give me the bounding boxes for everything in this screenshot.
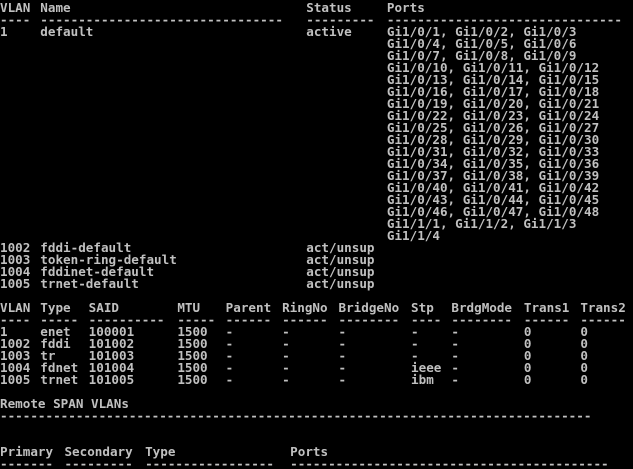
detail-row: 1005 trnet 101005 1500 - - - ibm - 0 0 — [0, 372, 633, 387]
vlan-id: 1005 — [0, 276, 31, 291]
detail-stp: ibm — [411, 372, 434, 387]
detail-type: trnet — [40, 372, 79, 387]
detail-ringno: - — [282, 372, 290, 387]
private-separator-row: ------- --------- ----------------- -------… — [0, 456, 633, 469]
vlan-name: default — [40, 24, 94, 39]
separator: ----------------- — [145, 456, 274, 469]
separator: -------- — [338, 312, 400, 327]
terminal-window[interactable]: VLAN Name Status Ports ---- -----------------… — [0, 0, 633, 469]
detail-vlan: 1005 — [0, 372, 31, 387]
vlan-status: active — [306, 24, 352, 39]
remote-span-separator-row: ----------------------------------------… — [0, 408, 633, 423]
separator: ----------------------------------------… — [0, 408, 592, 423]
vlan-name: trnet-default — [40, 276, 139, 291]
separator: -------- — [451, 312, 513, 327]
detail-brdgmode: - — [451, 372, 459, 387]
separator: ----------------------------------------… — [290, 456, 609, 469]
detail-trans1: 0 — [523, 372, 532, 387]
brief-row: 1005 trnet-default act/unsup — [0, 276, 633, 291]
vlan-status: act/unsup — [306, 276, 375, 291]
detail-mtu: 1500 — [177, 372, 208, 387]
detail-parent: - — [225, 372, 234, 387]
vlan-id: 1 — [0, 24, 8, 39]
separator: --------- — [64, 456, 133, 469]
detail-said: 101005 — [88, 372, 135, 387]
brief-row: Gi1/1/1, Gi1/1/2, Gi1/1/3 — [0, 217, 633, 230]
detail-bridgeno: - — [338, 372, 347, 387]
detail-trans2: 0 — [580, 372, 588, 387]
vlan-ports: Gi1/1/4 — [386, 228, 440, 243]
separator: ------- — [0, 456, 54, 469]
